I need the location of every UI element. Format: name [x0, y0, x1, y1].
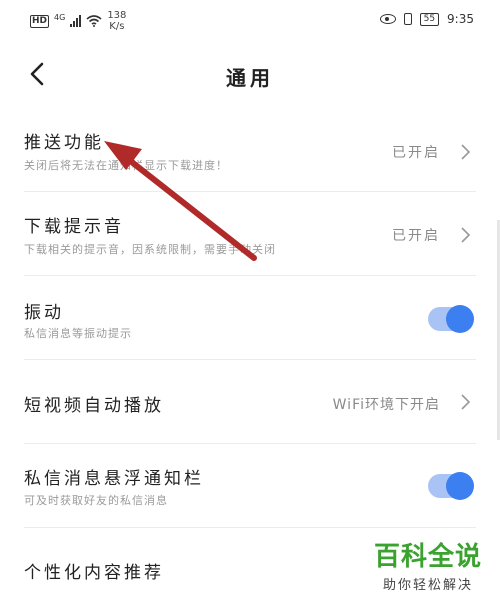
speed-value: 138: [107, 10, 127, 21]
status-right: 55 9:35: [379, 12, 474, 26]
network-speed: 138 K/s: [107, 10, 126, 32]
dm-float-toggle[interactable]: [428, 472, 474, 500]
page-title: 通用: [226, 66, 274, 90]
status-bar: HD 4G 138 K/s 55 9:35: [0, 0, 500, 40]
watermark-logo: 百科全说 助你轻松解决: [372, 542, 484, 593]
row-title: 短视频自动播放: [24, 396, 164, 416]
setting-row-vibration: 振动 私信消息等振动提示: [0, 276, 500, 360]
nav-bar: 通用: [0, 52, 500, 102]
row-subtitle: 可及时获取好友的私信消息: [24, 494, 168, 507]
row-subtitle: 关闭后将无法在通知栏显示下载进度！: [24, 159, 228, 172]
row-title: 下载提示音: [24, 217, 124, 237]
status-left: HD 4G 138 K/s: [30, 10, 126, 32]
chevron-right-icon: [461, 394, 471, 410]
vibration-toggle[interactable]: [428, 305, 474, 333]
status-text: WiFi环境下开启: [332, 397, 440, 413]
row-title: 推送功能: [24, 133, 104, 153]
setting-row-autoplay[interactable]: 短视频自动播放 WiFi环境下开启: [0, 360, 500, 444]
toggle-knob: [446, 305, 474, 333]
status-text: 已开启: [392, 228, 440, 244]
hd-badge: HD: [30, 14, 50, 28]
speed-unit: K/s: [109, 21, 125, 32]
watermark-main: 百科全说: [373, 542, 482, 572]
clock: 9:35: [447, 12, 474, 26]
watermark-sub: 助你轻松解决: [382, 578, 473, 593]
row-title: 振动: [24, 303, 64, 323]
chevron-right-icon: [461, 144, 471, 160]
signal-icon: [70, 15, 82, 27]
wifi-icon: [86, 15, 102, 27]
vibrate-icon: [403, 13, 412, 25]
setting-row-dm-float: 私信消息悬浮通知栏 可及时获取好友的私信消息: [0, 444, 500, 528]
row-title: 个性化内容推荐: [24, 563, 164, 583]
row-title: 私信消息悬浮通知栏: [24, 469, 204, 489]
row-subtitle: 私信消息等振动提示: [24, 327, 132, 340]
toggle-knob: [446, 472, 474, 500]
row-subtitle: 下载相关的提示音，因系统限制，需要手动关闭: [24, 243, 276, 256]
network-type: 4G: [54, 12, 66, 22]
setting-row-push[interactable]: 推送功能 关闭后将无法在通知栏显示下载进度！ 已开启: [0, 108, 500, 192]
status-text: 已开启: [392, 145, 440, 161]
chevron-right-icon: [461, 227, 471, 243]
battery-icon: 55: [419, 12, 440, 26]
eye-comfort-icon: [379, 14, 396, 24]
setting-row-download-sound[interactable]: 下载提示音 下载相关的提示音，因系统限制，需要手动关闭 已开启: [0, 192, 500, 276]
